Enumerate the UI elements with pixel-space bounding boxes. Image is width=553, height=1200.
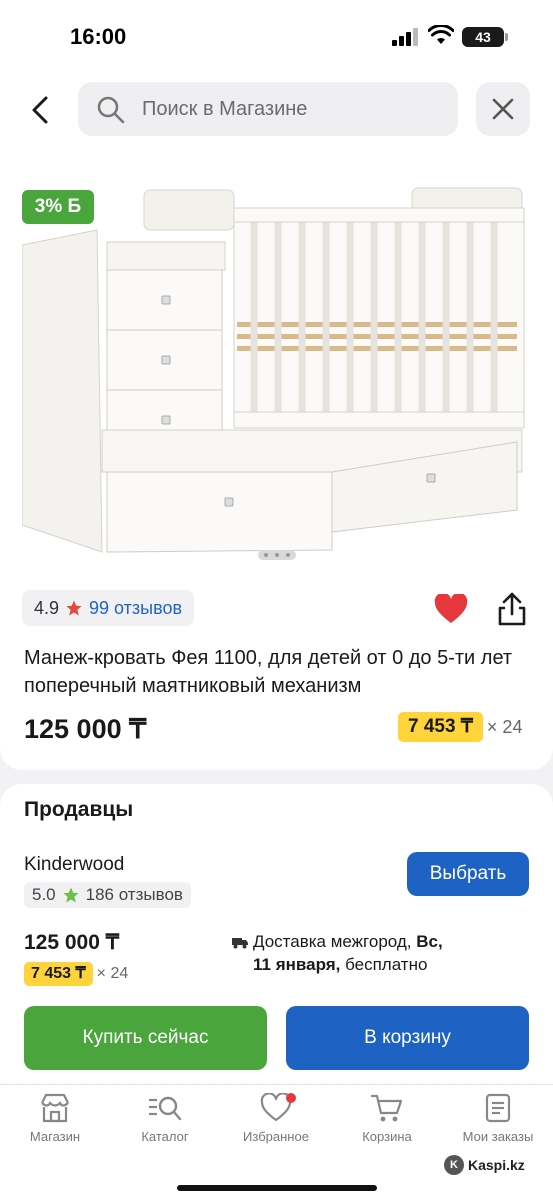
image-pagination-dots [258, 550, 296, 560]
sellers-section: Продавцы Kinderwood 5.0 186 отзывов Выбр… [0, 784, 553, 1084]
rating-value: 4.9 [34, 597, 60, 618]
delivery-prefix: Доставка межгород, [253, 932, 417, 951]
nav-label-catalog: Каталог [141, 1129, 189, 1144]
nav-item-orders[interactable]: Мои заказы [448, 1093, 548, 1144]
status-bar: 16:00 43 [0, 0, 553, 72]
share-icon[interactable] [496, 592, 528, 626]
delivery-date: 11 января, [253, 955, 341, 974]
catalog-icon [149, 1096, 182, 1121]
pagination-dot [275, 553, 279, 557]
search-input[interactable]: Поиск в Магазине [78, 82, 458, 136]
seller-installment-price: 7 453 ₸ [24, 962, 93, 986]
delivery-day: Вс, [416, 932, 443, 951]
truck-icon [232, 937, 248, 949]
seller-rating-value: 5.0 [32, 885, 56, 904]
shop-icon [41, 1093, 69, 1123]
cellular-signal-icon [392, 28, 418, 46]
product-card: 3% Б 4.9 99 отзывов Манеж-кровать Фея 11… [0, 170, 553, 770]
seller-installment-months: × 24 [96, 965, 129, 982]
seller-reviews: 186 отзывов [85, 885, 183, 904]
nav-label-favorites: Избранное [243, 1129, 309, 1144]
nav-label-cart: Корзина [362, 1129, 412, 1144]
notification-dot [286, 1093, 296, 1103]
home-indicator [177, 1185, 377, 1191]
seller-installment-info: 7 453 ₸ × 24 [24, 962, 128, 986]
reviews-link[interactable]: 99 отзывов [89, 598, 182, 619]
search-placeholder: Поиск в Магазине [142, 98, 308, 120]
seller-rating[interactable]: 5.0 186 отзывов [24, 882, 191, 908]
back-arrow-icon[interactable] [22, 90, 62, 130]
orders-icon [485, 1093, 511, 1123]
favorite-heart-icon[interactable] [434, 594, 468, 624]
seller-name[interactable]: Kinderwood [24, 854, 124, 876]
cart-icon [370, 1094, 403, 1122]
nav-label-orders: Мои заказы [462, 1129, 534, 1144]
product-title: Манеж-кровать Фея 1100, для детей от 0 д… [24, 647, 513, 697]
close-button[interactable] [476, 82, 530, 136]
battery-indicator: 43 [462, 27, 508, 47]
discount-badge: 3% Б [22, 190, 94, 224]
star-icon [66, 600, 82, 616]
add-to-cart-button[interactable]: В корзину [286, 1006, 529, 1070]
sellers-heading: Продавцы [24, 798, 134, 821]
installment-months: × 24 [486, 716, 523, 737]
product-price: 125 000 ₸ [24, 714, 147, 744]
choose-seller-button[interactable]: Выбрать [407, 852, 529, 896]
kaspi-logo-icon: K [444, 1155, 464, 1175]
nav-item-favorites[interactable]: Избранное [226, 1093, 326, 1144]
close-icon [492, 98, 514, 120]
seller-price: 125 000 ₸ [24, 931, 120, 954]
nav-label-shop: Магазин [29, 1129, 81, 1144]
pagination-dot [264, 553, 268, 557]
kaspi-watermark: K Kaspi.kz [444, 1155, 525, 1175]
delivery-suffix: бесплатно [340, 955, 428, 974]
wifi-icon [428, 25, 454, 44]
rating-pill[interactable]: 4.9 99 отзывов [22, 590, 195, 626]
delivery-info: Доставка межгород, Вс, 11 января, беспла… [232, 930, 532, 976]
star-icon [63, 887, 79, 903]
top-bar: Поиск в Магазине [0, 72, 553, 170]
nav-item-shop[interactable]: Магазин [5, 1093, 105, 1144]
product-image[interactable] [22, 180, 532, 560]
installment-info: 7 453 ₸ × 24 [398, 712, 522, 742]
status-time: 16:00 [70, 24, 127, 49]
nav-item-catalog[interactable]: Каталог [115, 1093, 215, 1144]
bottom-nav: Магазин Каталог Избранное Корзина Мои за… [0, 1084, 553, 1200]
search-icon [97, 96, 125, 124]
watermark-text: Kaspi.kz [468, 1157, 525, 1173]
installment-price: 7 453 ₸ [398, 712, 483, 742]
nav-item-cart[interactable]: Корзина [337, 1093, 437, 1144]
buy-now-button[interactable]: Купить сейчас [24, 1006, 267, 1070]
pagination-dot [286, 553, 290, 557]
